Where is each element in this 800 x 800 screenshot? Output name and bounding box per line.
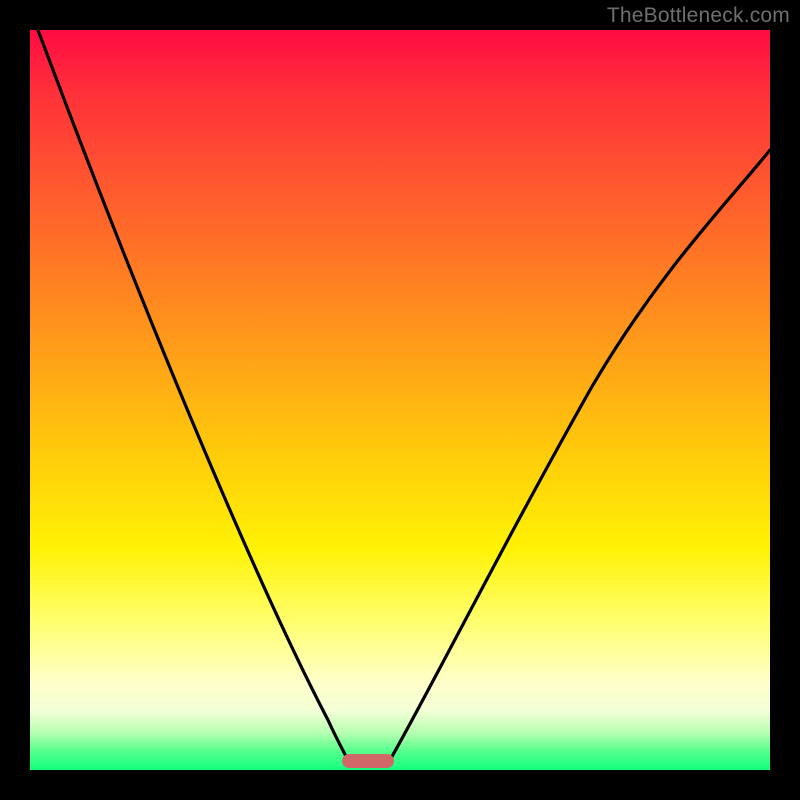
watermark-text: TheBottleneck.com (607, 4, 790, 28)
plot-area (30, 30, 770, 770)
left-curve (38, 30, 348, 760)
curve-layer (30, 30, 770, 770)
chart-frame: TheBottleneck.com (0, 0, 800, 800)
min-band-marker (342, 754, 394, 768)
right-curve (390, 150, 770, 760)
